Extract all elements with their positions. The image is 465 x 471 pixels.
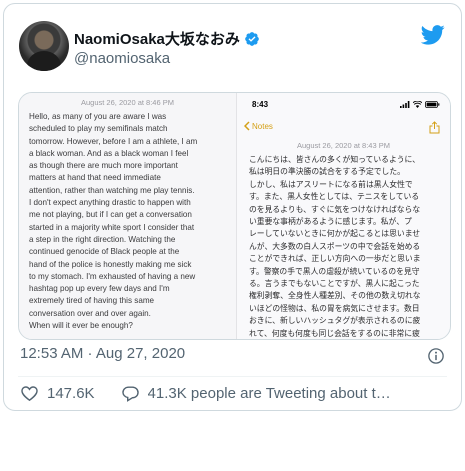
heart-icon: [21, 386, 38, 402]
display-name[interactable]: NaomiOsaka大坂なおみ: [74, 28, 240, 49]
note-body-english: Hello, as many of you are aware I was sc…: [29, 112, 198, 331]
wifi-icon: [413, 101, 422, 108]
info-icon[interactable]: [427, 347, 445, 365]
embedded-tweet-card: NaomiOsaka大坂なおみ @naomiosaka August 26, 2…: [3, 3, 462, 411]
english-note-screenshot: August 26, 2020 at 8:46 PM Hello, as man…: [19, 93, 237, 339]
divider: [18, 376, 447, 377]
share-icon[interactable]: [429, 121, 440, 134]
battery-icon: [425, 101, 440, 108]
like-count: 147.6K: [47, 385, 95, 402]
note-body-japanese: こんにちは、皆さんの多くが知っているように、 私は明日の準決勝の試合をする予定で…: [249, 155, 421, 338]
note-date-stamp: August 26, 2020 at 8:46 PM: [81, 98, 174, 107]
author-name-row[interactable]: NaomiOsaka大坂なおみ: [74, 28, 260, 49]
verified-badge-icon: [245, 31, 259, 46]
chevron-left-icon: [244, 121, 250, 131]
signal-icon: [400, 101, 410, 108]
status-bar-icons: [400, 101, 440, 108]
twitter-bird-icon[interactable]: [421, 24, 445, 46]
status-bar-time: 8:43: [252, 100, 269, 109]
notes-back-button[interactable]: Notes: [244, 121, 273, 131]
reply-bubble-icon: [121, 386, 139, 402]
notes-back-label: Notes: [252, 121, 273, 131]
tweet-actions: 147.6K 41.3K people are Tweeting about t…: [20, 384, 391, 403]
author-handle[interactable]: @naomiosaka: [74, 50, 170, 67]
avatar[interactable]: [19, 21, 69, 71]
tweet-timestamp[interactable]: 12:53 AM · Aug 27, 2020: [20, 345, 185, 362]
japanese-note-screenshot: 8:43 Notes August 26, 2020 at 8:43 PM こん…: [237, 93, 450, 339]
note-date-stamp: August 26, 2020 at 8:43 PM: [297, 141, 390, 150]
like-button[interactable]: 147.6K: [20, 384, 95, 403]
reply-button[interactable]: 41.3K people are Tweeting about t…: [121, 384, 391, 403]
tweeting-about-text: 41.3K people are Tweeting about t…: [147, 385, 391, 402]
tweet-media-image[interactable]: August 26, 2020 at 8:46 PM Hello, as man…: [18, 92, 451, 340]
